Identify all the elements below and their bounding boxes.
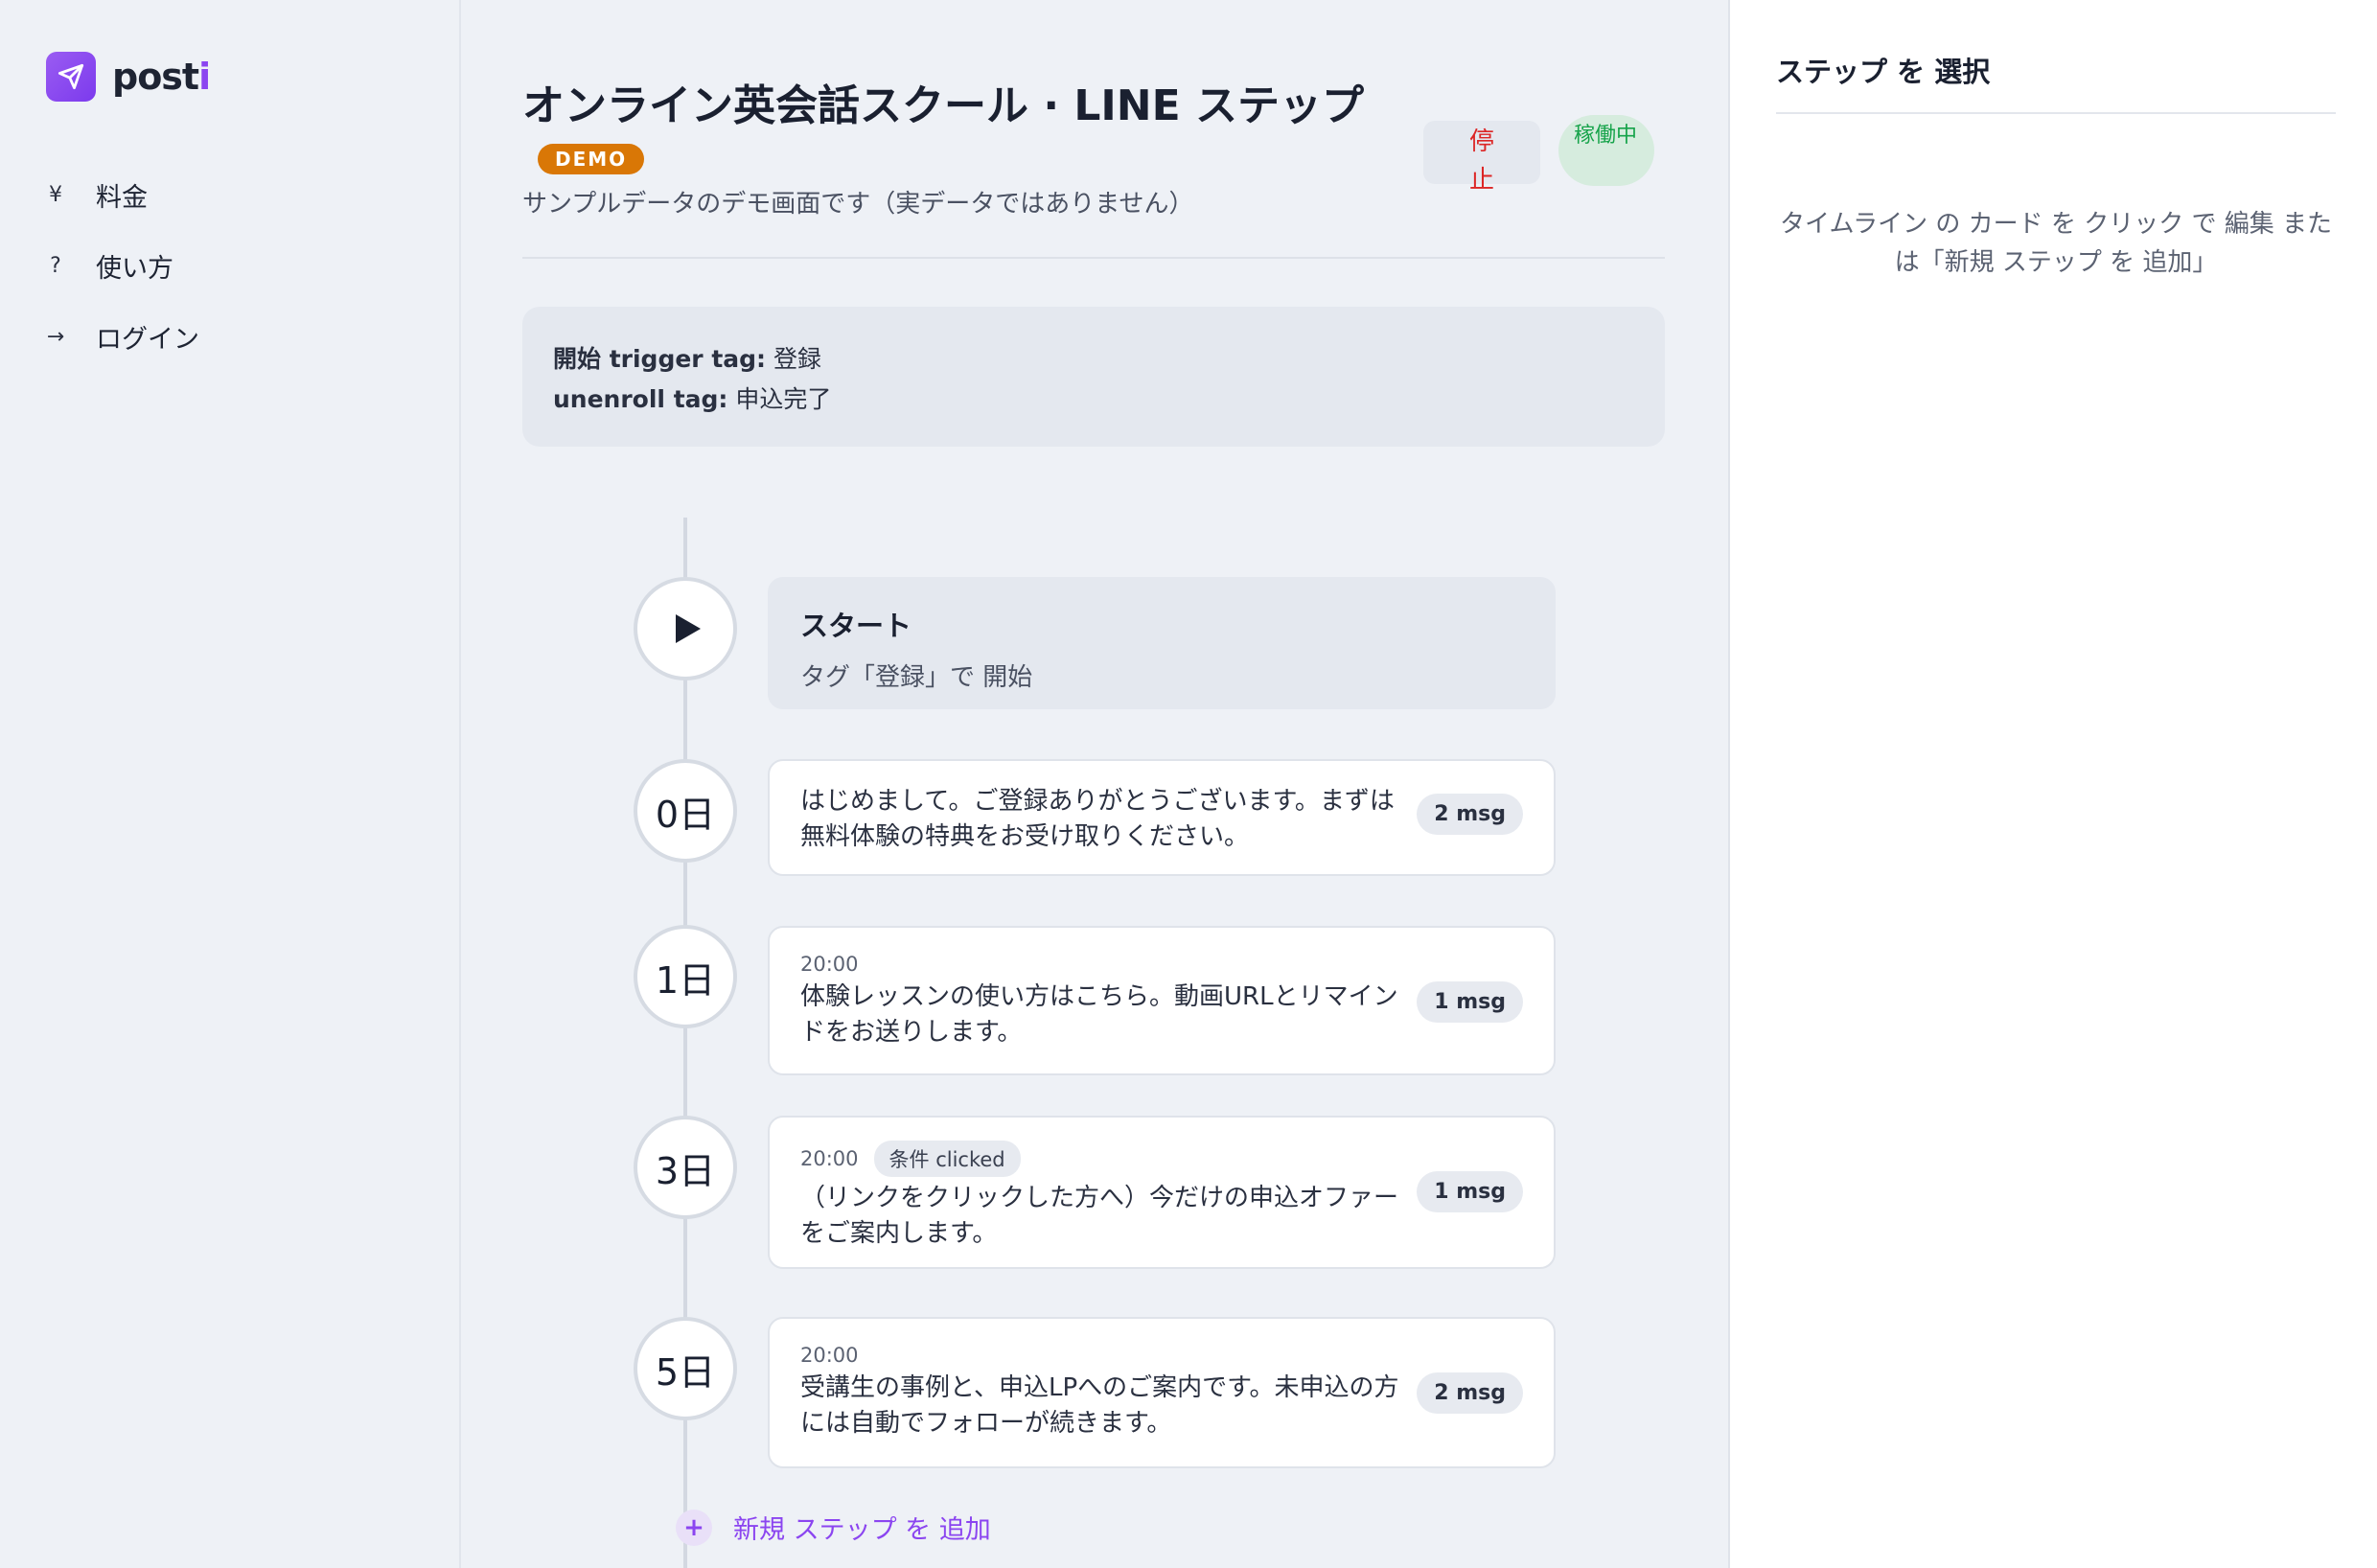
brand[interactable]: posti [46, 52, 211, 102]
step-card[interactable]: はじめまして。ご登録ありがとうございます。まずは無料体験の特典をお受け取りくださ… [768, 759, 1556, 876]
add-step-label: 新規 ステップ を 追加 [733, 1515, 991, 1545]
trigger-tag-key: 開始 trigger tag: [553, 345, 767, 373]
tag-settings: 開始 trigger tag: 登録 unenroll tag: 申込完了 [522, 307, 1665, 447]
condition-chip: 条件 clicked [873, 1141, 1021, 1177]
sidebar: posti ¥ 料金 ? 使い方 → ログイン [0, 0, 461, 1568]
sidebar-item-login[interactable]: → ログイン [42, 314, 199, 358]
step-card[interactable]: 20:00 体験レッスンの使い方はこちら。動画URLとリマインドをお送りします。… [768, 926, 1556, 1075]
start-card-title: スタート [800, 610, 912, 642]
main-content: オンライン英会話スクール · LINE ステップ DEMO サンプルデータのデモ… [463, 0, 1728, 1568]
demo-badge: DEMO [538, 144, 645, 174]
step-card[interactable]: 20:00 受講生の事例と、申込LPへのご案内です。未申込の方には自動でフォロー… [768, 1317, 1556, 1468]
day-node: 5日 [634, 1317, 737, 1420]
start-node [634, 577, 737, 680]
sidebar-item-usage[interactable]: ? 使い方 [42, 243, 199, 288]
unenroll-tag-key: unenroll tag: [553, 385, 728, 413]
panel-divider [1776, 112, 2336, 114]
active-status-toggle[interactable]: 稼働中 [1558, 115, 1654, 186]
sidebar-item-pricing[interactable]: ¥ 料金 [42, 173, 199, 217]
sidebar-item-label: 料金 [96, 182, 148, 213]
step-time: 20:00 [800, 1344, 859, 1367]
unenroll-tag-value: 申込完了 [735, 385, 832, 413]
add-step-button[interactable]: + 新規 ステップ を 追加 [676, 1509, 991, 1546]
step-text: 受講生の事例と、申込LPへのご案内です。未申込の方には自動でフォローが続きます。 [800, 1373, 1399, 1438]
page-subtitle: サンプルデータのデモ画面です（実データではありません） [522, 190, 1194, 219]
step-text: はじめまして。ご登録ありがとうございます。まずは無料体験の特典をお受け取りくださ… [800, 787, 1395, 851]
brand-name-accent: i [198, 56, 211, 98]
plus-icon: + [676, 1509, 712, 1546]
step-meta: 20:00 条件 clicked [800, 1141, 1523, 1177]
start-card-subtitle: タグ「登録」で 開始 [800, 663, 1033, 692]
paper-plane-icon [46, 52, 96, 102]
yen-icon: ¥ [49, 182, 62, 207]
header-divider [522, 257, 1665, 259]
start-card[interactable]: スタート タグ「登録」で 開始 [768, 577, 1556, 709]
arrow-right-icon: → [46, 324, 65, 349]
panel-title: ステップ を 選択 [1776, 56, 1991, 88]
brand-name: posti [112, 56, 211, 98]
brand-name-main: post [112, 56, 199, 98]
step-detail-panel: ステップ を 選択 タイムライン の カード を クリック で 編集 または「新… [1728, 0, 2377, 1568]
step-card[interactable]: 20:00 条件 clicked （リンクをクリックした方へ）今だけの申込オファ… [768, 1116, 1556, 1269]
day-node: 3日 [634, 1116, 737, 1219]
question-icon: ? [50, 253, 61, 278]
msg-count-badge: 1 msg [1417, 981, 1523, 1023]
sidebar-item-label: ログイン [96, 324, 199, 355]
step-time: 20:00 [800, 953, 859, 976]
day-node: 0日 [634, 759, 737, 863]
panel-hint: タイムライン の カード を クリック で 編集 または「新規 ステップ を 追… [1779, 210, 2333, 277]
stop-button[interactable]: 停止 [1423, 121, 1540, 195]
trigger-tag-line: 開始 trigger tag: 登録 [553, 339, 1634, 380]
step-text: 体験レッスンの使い方はこちら。動画URLとリマインドをお送りします。 [800, 982, 1398, 1047]
step-time: 20:00 [800, 1147, 859, 1170]
page-header: オンライン英会話スクール · LINE ステップ DEMO サンプルデータのデモ… [522, 71, 1665, 219]
day-node: 1日 [634, 925, 737, 1028]
step-text: （リンクをクリックした方へ）今だけの申込オファーをご案内します。 [800, 1184, 1399, 1248]
msg-count-badge: 1 msg [1417, 1171, 1523, 1212]
trigger-tag-value: 登録 [773, 345, 822, 373]
sidebar-nav: ¥ 料金 ? 使い方 → ログイン [42, 173, 199, 385]
unenroll-tag-line: unenroll tag: 申込完了 [553, 380, 1634, 420]
msg-count-badge: 2 msg [1417, 794, 1523, 835]
msg-count-badge: 2 msg [1417, 1372, 1523, 1414]
sidebar-item-label: 使い方 [96, 253, 173, 284]
play-icon [676, 614, 701, 643]
